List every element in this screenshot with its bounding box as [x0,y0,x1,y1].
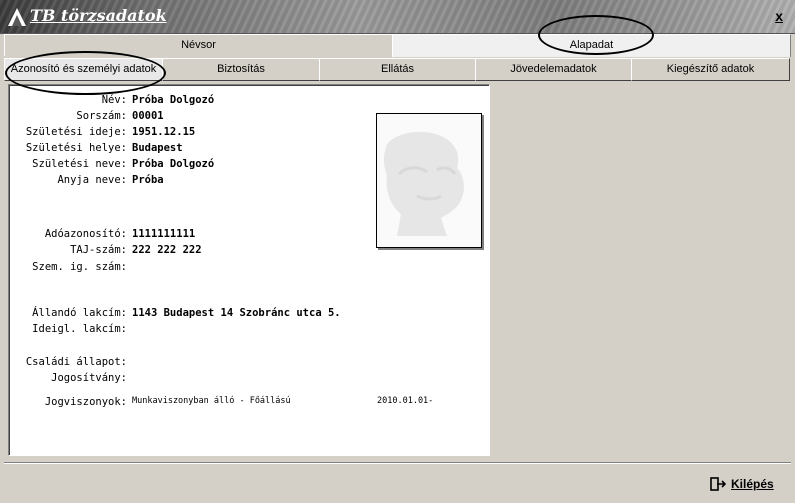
exit-door-icon [710,477,726,491]
label-anyja-neve: Anyja neve: [57,174,127,186]
value-adoazonosito: 1111111111 [132,228,196,240]
value-szuletesi-neve: Próba Dolgozó [132,158,215,170]
label-szuletesi-ideje: Születési ideje: [25,126,127,138]
label-jogviszonyok: Jogviszonyok: [44,396,127,408]
photo-placeholder-icon [377,114,481,247]
personal-data-panel: Név: Próba Dolgozó Sorszám: 00001 Szület… [8,84,490,456]
value-szuletesi-ideje: 1951.12.15 [132,126,196,138]
field-row-csaladi-allapot: Családi állapot: [9,356,479,370]
tab-biztositas[interactable]: Biztosítás [162,58,320,81]
label-adoazonosito: Adóazonosító: [44,228,127,240]
app-logo-icon [8,8,26,26]
label-nev: Név: [101,94,127,106]
value-jogviszonyok-date: 2010.01.01- [377,396,434,406]
tab-kiegeszito[interactable]: Kiegészítő adatok [631,58,790,81]
field-row-allando-lakcim: Állandó lakcím: 1143 Budapest 14 Szobrán… [9,307,479,321]
value-jogviszonyok: Munkaviszonyban álló - Főállású [132,396,291,406]
label-allando-lakcim: Állandó lakcím: [32,307,127,319]
tab-ellatas[interactable]: Ellátás [319,58,476,81]
value-sorszam: 00001 [132,110,164,122]
footer-divider [4,462,791,464]
value-szuletesi-helye: Budapest [132,142,183,154]
value-anyja-neve: Próba [132,174,164,186]
exit-button[interactable]: Kilépés [710,475,774,493]
tab-nevsor[interactable]: Névsor [4,34,393,56]
field-row-jogviszonyok: Jogviszonyok: Munkaviszonyban álló - Főá… [9,396,479,410]
label-szuletesi-helye: Születési helye: [25,142,127,154]
exit-button-label: Kilépés [731,477,774,491]
field-row-ideigl-lakcim: Ideigl. lakcím: [9,323,479,337]
label-jogositvany: Jogosítvány: [51,372,127,384]
title-bar: TB törzsadatok x [0,0,795,34]
value-allando-lakcim: 1143 Budapest 14 Szobránc utca 5. [132,307,341,319]
label-taj: TAJ-szám: [70,244,127,256]
tab-azonosito-szemelyi[interactable]: Azonosító és személyi adatok [4,58,163,81]
field-row-nev: Név: Próba Dolgozó [9,94,479,108]
main-tab-row: Névsor Alapadat [4,34,791,57]
value-taj: 222 222 222 [132,244,202,256]
label-sorszam: Sorszám: [76,110,127,122]
employee-photo [376,113,482,248]
label-csaladi-allapot: Családi állapot: [25,356,127,368]
tab-jovedelemadatok[interactable]: Jövedelemadatok [475,58,632,81]
field-row-szem-ig: Szem. ig. szám: [9,261,479,275]
tab-alapadat[interactable]: Alapadat [392,34,791,57]
window-title: TB törzsadatok [30,6,167,25]
sub-tab-row: Azonosító és személyi adatok Biztosítás … [4,58,790,81]
label-szem-ig: Szem. ig. szám: [32,261,127,273]
value-nev: Próba Dolgozó [132,94,215,106]
close-button[interactable]: x [775,8,783,24]
label-szuletesi-neve: Születési neve: [32,158,127,170]
field-row-jogositvany: Jogosítvány: [9,372,479,386]
label-ideigl-lakcim: Ideigl. lakcím: [32,323,127,335]
